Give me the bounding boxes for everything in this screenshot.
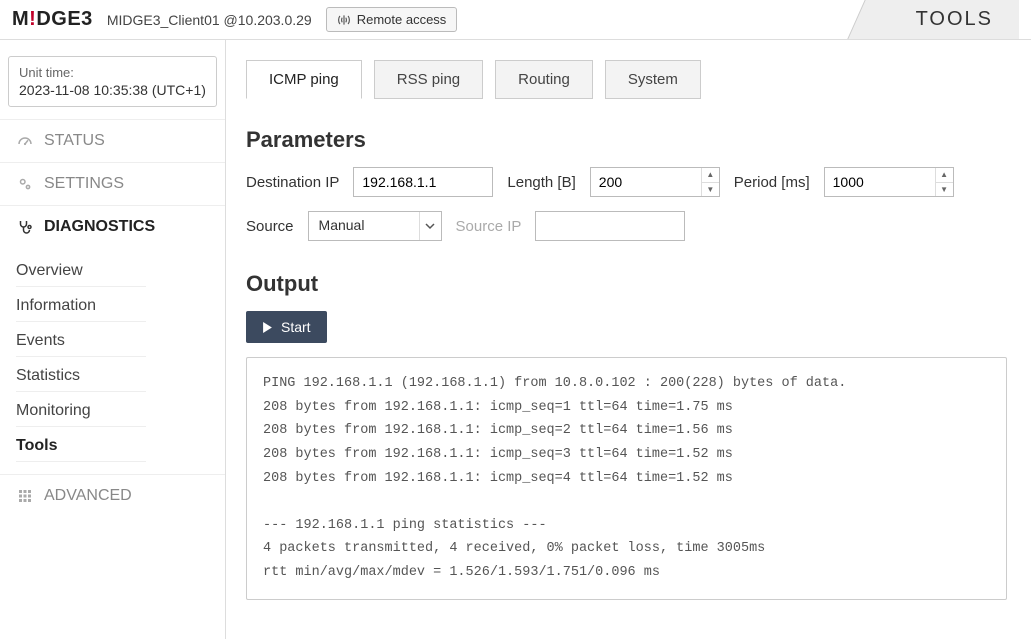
length-spinner: ▲ ▼ [701, 168, 719, 196]
grid-icon [16, 487, 34, 505]
tools-header-tab: TOOLS [875, 0, 1019, 39]
main-content: ICMP ping RSS ping Routing System Parame… [226, 40, 1031, 639]
subnav-monitoring[interactable]: Monitoring [16, 392, 146, 427]
tools-header-label: TOOLS [916, 8, 993, 30]
length-input[interactable] [591, 168, 701, 196]
tab-icmp-ping[interactable]: ICMP ping [246, 60, 362, 99]
top-bar: M!DGE3 MIDGE3_Client01 @10.203.0.29 Remo… [0, 0, 1031, 40]
subnav-information[interactable]: Information [16, 287, 146, 322]
subnav-events[interactable]: Events [16, 322, 146, 357]
destination-ip-input[interactable] [353, 167, 493, 197]
subnav-statistics[interactable]: Statistics [16, 357, 146, 392]
unit-time-value: 2023-11-08 10:35:38 (UTC+1) [19, 82, 206, 98]
length-input-box: ▲ ▼ [590, 167, 720, 197]
nav-status-label: STATUS [44, 132, 105, 150]
unit-time-label: Unit time: [19, 65, 206, 80]
host-label: MIDGE3_Client01 @10.203.0.29 [107, 12, 312, 28]
tab-system[interactable]: System [605, 60, 701, 99]
tab-rss-ping[interactable]: RSS ping [374, 60, 483, 99]
period-input-box: ▲ ▼ [824, 167, 954, 197]
source-ip-input[interactable] [535, 211, 685, 241]
source-label: Source [246, 218, 294, 235]
play-icon [262, 322, 273, 333]
remote-access-button[interactable]: Remote access [326, 7, 458, 32]
nav-status[interactable]: STATUS [0, 119, 225, 162]
length-label: Length [B] [507, 174, 575, 191]
brand-m: M [12, 8, 29, 30]
subnav-overview[interactable]: Overview [16, 252, 146, 287]
period-label: Period [ms] [734, 174, 810, 191]
gears-icon [16, 175, 34, 193]
tool-tabs: ICMP ping RSS ping Routing System [246, 60, 1031, 99]
destination-ip-label: Destination IP [246, 174, 339, 191]
nav-settings[interactable]: SETTINGS [0, 162, 225, 205]
source-select[interactable]: Manual [308, 211, 442, 241]
length-spin-down[interactable]: ▼ [702, 183, 719, 197]
nav-advanced[interactable]: ADVANCED [0, 474, 225, 517]
start-button[interactable]: Start [246, 311, 327, 343]
antenna-icon [337, 13, 351, 27]
period-spin-down[interactable]: ▼ [936, 183, 953, 197]
length-spin-up[interactable]: ▲ [702, 168, 719, 183]
ping-output: PING 192.168.1.1 (192.168.1.1) from 10.8… [246, 357, 1007, 600]
start-button-label: Start [281, 319, 311, 335]
nav-settings-label: SETTINGS [44, 175, 124, 193]
parameters-heading: Parameters [246, 127, 1007, 153]
source-select-value: Manual [309, 212, 419, 240]
subnav-tools[interactable]: Tools [16, 427, 146, 462]
chevron-down-icon [419, 212, 441, 240]
period-input[interactable] [825, 168, 935, 196]
nav-advanced-label: ADVANCED [44, 487, 132, 505]
diagnostics-subnav: Overview Information Events Statistics M… [0, 248, 225, 474]
brand-logo: M!DGE3 [12, 8, 93, 31]
tab-routing[interactable]: Routing [495, 60, 593, 99]
output-heading: Output [246, 271, 1007, 297]
nav-diagnostics[interactable]: DIAGNOSTICS [0, 205, 225, 248]
period-spin-up[interactable]: ▲ [936, 168, 953, 183]
brand-rest: DGE3 [36, 8, 92, 30]
nav-diagnostics-label: DIAGNOSTICS [44, 218, 155, 236]
gauge-icon [16, 132, 34, 150]
period-spinner: ▲ ▼ [935, 168, 953, 196]
remote-access-label: Remote access [357, 12, 447, 27]
sidebar: Unit time: 2023-11-08 10:35:38 (UTC+1) S… [0, 40, 226, 639]
unit-time-box: Unit time: 2023-11-08 10:35:38 (UTC+1) [8, 56, 217, 107]
source-ip-label: Source IP [456, 218, 522, 235]
stethoscope-icon [16, 218, 34, 236]
